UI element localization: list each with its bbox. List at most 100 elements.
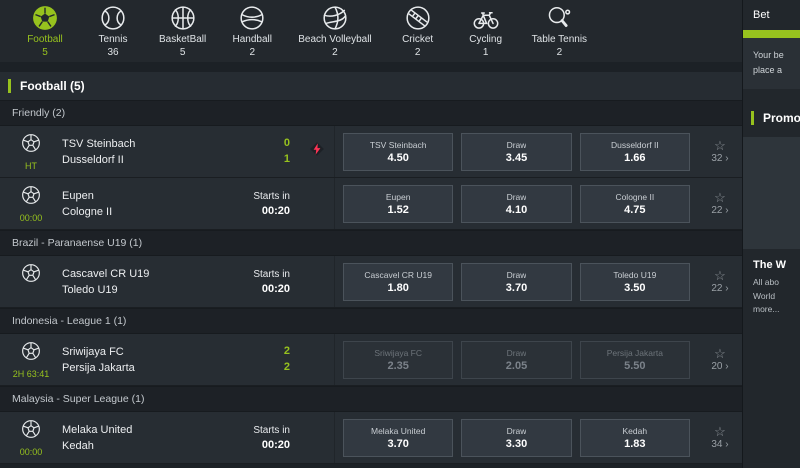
odds-value: 1.80 — [387, 282, 408, 294]
odds-label: Toledo U19 — [613, 270, 656, 280]
sport-count: 5 — [180, 47, 186, 58]
odds-button-draw[interactable]: Draw 3.30 — [461, 419, 571, 457]
match-teams[interactable]: TSV Steinbach Dusseldorf II — [62, 138, 222, 166]
league-header-malaysia-super-league[interactable]: Malaysia - Super League (1) — [0, 386, 742, 412]
match-sport-cell: 2H 63:41 — [0, 341, 62, 379]
markets-count: 22 — [711, 205, 722, 216]
home-score: 2 — [284, 345, 290, 358]
favorite-star-icon[interactable]: ☆ — [714, 425, 726, 438]
odds-value: 2.05 — [506, 360, 527, 372]
odds-button-away[interactable]: Toledo U19 3.50 — [580, 263, 690, 301]
match-status: HT — [25, 161, 37, 171]
nav-sport-tennis[interactable]: Tennis 36 — [84, 5, 142, 58]
soccer-ball-icon — [21, 341, 41, 366]
markets-count: 34 — [711, 439, 722, 450]
odds-label: Cascavel CR U19 — [364, 270, 432, 280]
favorite-star-icon[interactable]: ☆ — [714, 139, 726, 152]
nav-sport-beach-volleyball[interactable]: Beach Volleyball 2 — [291, 5, 378, 58]
odds-label: Cologne II — [615, 192, 654, 202]
basketball-icon — [170, 5, 196, 32]
home-score: 0 — [284, 137, 290, 150]
odds-button-away[interactable]: Cologne II 4.75 — [580, 185, 690, 223]
odds-label: Melaka United — [371, 426, 425, 436]
chevron-right-icon: › — [725, 439, 728, 450]
league-header-indonesia-league-1[interactable]: Indonesia - League 1 (1) — [0, 308, 742, 334]
sport-count: 5 — [42, 47, 48, 58]
sport-count: 2 — [249, 47, 255, 58]
section-title: Football (5) — [20, 79, 85, 93]
odds-value: 5.50 — [624, 360, 645, 372]
odds-button-home[interactable]: Cascavel CR U19 1.80 — [343, 263, 453, 301]
chevron-right-icon: › — [725, 283, 728, 294]
odds-value: 1.83 — [624, 438, 645, 450]
soccer-ball-icon — [21, 263, 41, 288]
away-team: Dusseldorf II — [62, 154, 222, 166]
more-markets[interactable]: ☆ 32 › — [698, 139, 742, 164]
odds-button-home[interactable]: Eupen 1.52 — [343, 185, 453, 223]
odds-button-draw[interactable]: Draw 3.70 — [461, 263, 571, 301]
match-sport-cell: HT — [0, 133, 62, 171]
tennis-icon — [100, 5, 126, 32]
home-team: Melaka United — [62, 424, 222, 436]
odds-label: Draw — [507, 348, 527, 358]
betslip-panel: Bet Your be place a Promo The W All abo … — [742, 0, 800, 468]
nav-sport-handball[interactable]: Handball 2 — [223, 5, 281, 58]
odds-button-away[interactable]: Kedah 1.83 — [580, 419, 690, 457]
promo-card[interactable]: The W All abo World more... — [743, 137, 800, 317]
match-teams[interactable]: Eupen Cologne II — [62, 190, 222, 218]
home-team: Cascavel CR U19 — [62, 268, 222, 280]
nav-sport-cycling[interactable]: Cycling 1 — [457, 5, 515, 58]
away-score: 2 — [284, 361, 290, 374]
more-markets[interactable]: ☆ 34 › — [698, 425, 742, 450]
nav-sport-table-tennis[interactable]: Table Tennis 2 — [525, 5, 594, 58]
odds-button-away[interactable]: Dusseldorf II 1.66 — [580, 133, 690, 171]
league-title: Friendly (2) — [12, 107, 65, 119]
sport-label: Cycling — [469, 34, 502, 45]
odds-group: Melaka United 3.70 Draw 3.30 Kedah 1.83 — [334, 412, 698, 463]
betslip-tab[interactable]: Bet — [753, 9, 800, 21]
promotions-title: Promo — [763, 111, 800, 125]
more-markets[interactable]: ☆ 22 › — [698, 269, 742, 294]
favorite-star-icon[interactable]: ☆ — [714, 269, 726, 282]
away-team: Persija Jakarta — [62, 362, 222, 374]
league-title: Malaysia - Super League (1) — [12, 393, 145, 405]
odds-button-draw: Draw 2.05 — [461, 341, 571, 379]
league-header-brazil-paranaense-u19[interactable]: Brazil - Paranaense U19 (1) — [0, 230, 742, 256]
odds-button-draw[interactable]: Draw 3.45 — [461, 133, 571, 171]
sport-label: Table Tennis — [532, 34, 587, 45]
league-title: Indonesia - League 1 (1) — [12, 315, 126, 327]
odds-value: 4.75 — [624, 204, 645, 216]
nav-sport-cricket[interactable]: Cricket 2 — [389, 5, 447, 58]
odds-value: 3.45 — [506, 152, 527, 164]
match-start-time: Starts in 00:20 — [222, 269, 300, 295]
sport-label: Cricket — [402, 34, 433, 45]
more-markets[interactable]: ☆ 20 › — [698, 347, 742, 372]
chevron-right-icon: › — [725, 153, 728, 164]
sport-label: Handball — [233, 34, 272, 45]
favorite-star-icon[interactable]: ☆ — [714, 191, 726, 204]
favorite-star-icon[interactable]: ☆ — [714, 347, 726, 360]
nav-sport-basketball[interactable]: BasketBall 5 — [152, 5, 213, 58]
match-score: 2 2 — [222, 345, 300, 374]
nav-sport-football[interactable]: Football 5 — [16, 5, 74, 58]
odds-group: Eupen 1.52 Draw 4.10 Cologne II 4.75 — [334, 178, 698, 229]
match-teams[interactable]: Cascavel CR U19 Toledo U19 — [62, 268, 222, 296]
match-status: 2H 63:41 — [13, 369, 50, 379]
handball-icon — [239, 5, 265, 32]
match-row: Cascavel CR U19 Toledo U19 Starts in 00:… — [0, 256, 742, 308]
odds-value: 3.50 — [624, 282, 645, 294]
odds-button-home[interactable]: TSV Steinbach 4.50 — [343, 133, 453, 171]
more-markets[interactable]: ☆ 22 › — [698, 191, 742, 216]
match-teams[interactable]: Melaka United Kedah — [62, 424, 222, 452]
odds-button-draw[interactable]: Draw 4.10 — [461, 185, 571, 223]
league-header-friendly[interactable]: Friendly (2) — [0, 100, 742, 126]
odds-value: 4.50 — [387, 152, 408, 164]
betslip-empty-message: Your be place a — [743, 38, 800, 89]
betslip-accent-bar — [743, 30, 800, 38]
match-teams[interactable]: Sriwijaya FC Persija Jakarta — [62, 346, 222, 374]
football-icon — [32, 5, 58, 32]
sport-count: 2 — [557, 47, 563, 58]
odds-button-home[interactable]: Melaka United 3.70 — [343, 419, 453, 457]
markets-count: 22 — [711, 283, 722, 294]
cycling-icon — [473, 5, 499, 32]
